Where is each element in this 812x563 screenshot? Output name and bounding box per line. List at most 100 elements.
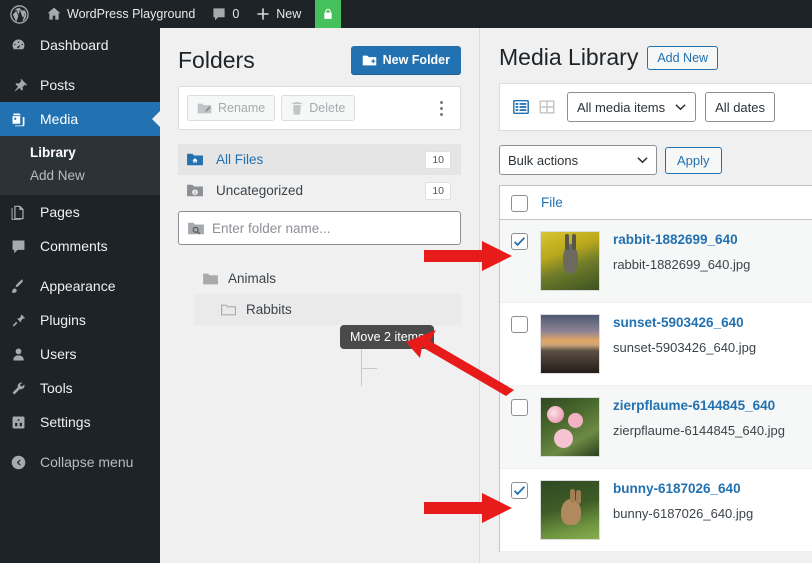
sidebar-item-media[interactable]: Media <box>0 102 160 136</box>
folder-outline-icon <box>220 303 246 317</box>
sidebar-submenu-media: Library Add New <box>0 136 160 195</box>
vertical-dots-icon[interactable] <box>430 95 452 121</box>
folder-name: Animals <box>228 271 277 286</box>
sidebar-item-appearance[interactable]: Appearance <box>0 269 160 303</box>
folders-header: Folders New Folder <box>160 28 479 84</box>
row-checkbox[interactable] <box>511 399 528 416</box>
date-filter-select[interactable]: All dates <box>705 92 776 122</box>
sidebar-collapse-menu-button[interactable]: Collapse menu <box>0 445 160 479</box>
media-title-link[interactable]: zierpflaume-6144845_640 <box>613 398 785 413</box>
sidebar-item-settings[interactable]: Settings <box>0 405 160 439</box>
sidebar-item-label: Posts <box>40 77 76 93</box>
row-text: sunset-5903426_640 sunset-5903426_640.jp… <box>600 314 756 357</box>
wrench-icon <box>10 380 36 397</box>
thumbnail-bunny[interactable] <box>540 480 600 540</box>
sidebar-item-label: Dashboard <box>40 37 109 53</box>
delete-folder-button[interactable]: Delete <box>281 95 356 121</box>
sidebar-item-label: Media <box>40 111 79 127</box>
page-title: Media Library <box>499 44 639 70</box>
folder-row-all-files[interactable]: All Files 10 <box>178 144 461 175</box>
row-text: zierpflaume-6144845_640 zierpflaume-6144… <box>600 397 785 440</box>
table-row[interactable]: sunset-5903426_640 sunset-5903426_640.jp… <box>500 303 812 386</box>
site-name-label: WordPress Playground <box>67 7 196 21</box>
sidebar-item-posts[interactable]: Posts <box>0 68 160 102</box>
dashboard-icon <box>10 37 36 54</box>
media-title-link[interactable]: bunny-6187026_640 <box>613 481 753 496</box>
new-folder-button[interactable]: New Folder <box>350 46 461 74</box>
media-view-toolbar: All media items All dates <box>499 83 812 131</box>
sidebar-item-plugins[interactable]: Plugins <box>0 303 160 337</box>
sidebar-item-label: Plugins <box>40 312 86 328</box>
folders-panel: Folders New Folder Rename Delete All Fil… <box>160 28 480 563</box>
sidebar-item-users[interactable]: Users <box>0 337 160 371</box>
rename-label: Rename <box>218 101 266 115</box>
column-header-file[interactable]: File <box>528 195 563 210</box>
comment-bubble-icon <box>10 238 36 255</box>
thumbnail-zierpflaume[interactable] <box>540 397 600 457</box>
row-text: bunny-6187026_640 bunny-6187026_640.jpg <box>600 480 753 523</box>
media-title-link[interactable]: sunset-5903426_640 <box>613 315 756 330</box>
bulk-actions-select[interactable]: Bulk actions <box>499 145 657 175</box>
sidebar-item-library[interactable]: Library <box>0 141 160 164</box>
trash-icon <box>291 101 303 115</box>
folder-pencil-icon <box>197 102 212 115</box>
bulk-actions-label: Bulk actions <box>508 152 579 168</box>
media-table-header: File <box>500 186 812 220</box>
folders-toolbar: Rename Delete <box>178 86 461 130</box>
sidebar-item-pages[interactable]: Pages <box>0 195 160 229</box>
thumbnail-rabbit[interactable] <box>540 231 600 291</box>
sidebar-item-label: Users <box>40 346 77 362</box>
wordpress-logo-icon <box>10 4 29 24</box>
media-filename: zierpflaume-6144845_640.jpg <box>613 423 786 438</box>
tree-row-animals[interactable]: Animals <box>178 263 461 294</box>
thumbnail-sunset[interactable] <box>540 314 600 374</box>
grid-view-icon[interactable] <box>536 96 558 118</box>
folder-search-input[interactable] <box>205 220 452 236</box>
https-lock-button[interactable] <box>315 0 342 28</box>
new-label: New <box>276 7 302 21</box>
media-items-filter-label: All media items <box>577 99 666 115</box>
lock-icon <box>321 7 335 21</box>
user-icon <box>10 346 36 363</box>
select-all-checkbox[interactable] <box>511 195 528 212</box>
sidebar-item-dashboard[interactable]: Dashboard <box>0 28 160 62</box>
folder-info-icon <box>186 183 212 198</box>
sidebar-item-label: Appearance <box>40 278 116 294</box>
admin-bar: WordPress Playground 0 New <box>0 0 812 28</box>
media-filename: sunset-5903426_640.jpg <box>613 340 757 355</box>
add-new-media-button[interactable]: Add New <box>647 45 719 70</box>
list-view-icon[interactable] <box>510 96 532 118</box>
folder-home-icon <box>186 152 212 167</box>
folder-search-box[interactable] <box>178 211 461 245</box>
settings-icon <box>10 414 36 431</box>
pages-icon <box>10 204 36 221</box>
media-filename: rabbit-1882699_640.jpg <box>613 257 751 272</box>
bulk-actions-bar: Bulk actions Apply <box>481 131 812 185</box>
media-header: Media Library Add New <box>481 28 812 79</box>
delete-label: Delete <box>309 101 346 115</box>
new-folder-label: New Folder <box>382 53 450 67</box>
table-row[interactable]: bunny-6187026_640 bunny-6187026_640.jpg <box>500 469 812 552</box>
table-row[interactable]: zierpflaume-6144845_640 zierpflaume-6144… <box>500 386 812 469</box>
rename-folder-button[interactable]: Rename <box>187 95 276 121</box>
tree-row-rabbits[interactable]: Rabbits <box>194 294 461 325</box>
apply-button[interactable]: Apply <box>665 146 722 174</box>
sidebar-item-add-new-media[interactable]: Add New <box>0 164 160 187</box>
folder-name: Rabbits <box>246 302 292 317</box>
home-icon <box>46 6 62 22</box>
media-icon <box>10 111 36 128</box>
site-name-button[interactable]: WordPress Playground <box>38 0 203 28</box>
arrow-to-move-tooltip <box>406 330 514 396</box>
media-title-link[interactable]: rabbit-1882699_640 <box>613 232 750 247</box>
new-content-button[interactable]: New <box>247 0 309 28</box>
media-items-filter-select[interactable]: All media items <box>567 92 697 122</box>
comments-button[interactable]: 0 <box>203 0 247 28</box>
table-row[interactable]: rabbit-1882699_640 rabbit-1882699_640.jp… <box>500 220 812 303</box>
sidebar-item-tools[interactable]: Tools <box>0 371 160 405</box>
plug-icon <box>10 312 36 329</box>
tree-guide-connector <box>361 368 377 369</box>
wordpress-logo-button[interactable] <box>0 0 38 28</box>
folder-row-uncategorized[interactable]: Uncategorized 10 <box>178 175 461 206</box>
sidebar-item-comments[interactable]: Comments <box>0 229 160 263</box>
media-filename: bunny-6187026_640.jpg <box>613 506 754 521</box>
